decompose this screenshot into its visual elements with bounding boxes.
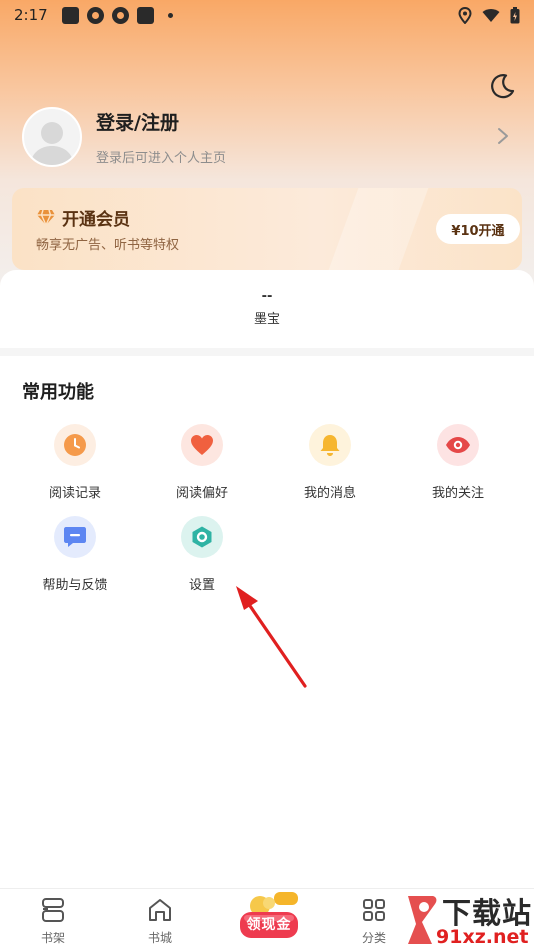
login-profile-row[interactable]: 登录/注册 登录后可进入个人主页 <box>22 106 522 168</box>
annotation-arrow-icon <box>236 586 307 688</box>
clock-icon <box>64 434 86 456</box>
func-icon-bg <box>54 424 96 466</box>
promo-label: 领现金 <box>246 917 292 933</box>
mobao-panel[interactable]: -- 墨宝 <box>0 270 534 348</box>
notification-icon <box>111 6 129 24</box>
notification-icon <box>61 6 79 24</box>
wifi-icon <box>482 8 500 22</box>
func-icon-bg <box>181 424 223 466</box>
mobao-label: 墨宝 <box>253 312 280 327</box>
func-reading-preference[interactable]: 阅读偏好 <box>152 424 252 501</box>
gear-icon <box>192 526 212 548</box>
login-title[interactable]: 登录/注册 <box>96 108 226 135</box>
diamond-icon <box>37 209 55 226</box>
battery-icon <box>510 6 520 23</box>
func-label: 帮助与反馈 <box>42 578 108 593</box>
vip-card-decoration <box>325 188 429 270</box>
night-mode-moon-icon[interactable] <box>488 72 516 100</box>
bell-icon <box>320 435 340 456</box>
vip-open-button[interactable]: ¥10开通 <box>436 214 520 244</box>
chat-icon <box>64 527 86 547</box>
func-label: 我的关注 <box>431 486 484 501</box>
status-icons <box>458 6 520 24</box>
nav-bookstore[interactable]: 书城 <box>130 897 190 946</box>
vip-card[interactable]: 开通会员 畅享无广告、听书等特权 ¥10开通 <box>12 188 522 270</box>
bookshelf-icon <box>42 898 64 922</box>
func-icon-bg <box>437 424 479 466</box>
func-reading-history[interactable]: 阅读记录 <box>25 424 125 501</box>
nav-label: 分类 <box>361 931 386 945</box>
heart-icon <box>191 435 213 455</box>
vip-title-row: 开通会员 <box>36 205 130 230</box>
status-time: 2:17 <box>14 6 48 24</box>
status-bar: 2:17 <box>0 0 534 30</box>
func-help-feedback[interactable]: 帮助与反馈 <box>25 516 125 593</box>
login-subtitle: 登录后可进入个人主页 <box>96 151 227 166</box>
vip-title: 开通会员 <box>62 210 130 230</box>
notification-icon <box>136 6 154 24</box>
func-icon-bg <box>54 516 96 558</box>
nav-cash-promo[interactable]: 领现金 <box>236 890 302 942</box>
nav-bookshelf[interactable]: 书架 <box>23 897 83 946</box>
section-divider <box>0 348 534 356</box>
section-title: 常用功能 <box>22 382 94 403</box>
default-avatar-icon <box>30 122 74 165</box>
func-my-messages[interactable]: 我的消息 <box>280 424 380 501</box>
func-label: 阅读偏好 <box>175 486 228 501</box>
watermark-url: 91xz.net <box>436 926 529 948</box>
location-icon <box>458 6 472 24</box>
mobao-value: -- <box>261 289 273 304</box>
eye-icon <box>446 437 470 453</box>
avatar[interactable] <box>22 107 82 167</box>
nav-label: 书城 <box>147 931 172 945</box>
site-watermark: 下载站 91xz.net <box>398 890 534 950</box>
more-notifications-icon <box>167 12 173 18</box>
profile-text: 登录/注册 登录后可进入个人主页 <box>96 108 226 166</box>
chevron-right-icon[interactable] <box>496 126 510 146</box>
func-my-follows[interactable]: 我的关注 <box>408 424 508 501</box>
func-label: 我的消息 <box>303 486 356 501</box>
nav-label: 书架 <box>40 931 65 945</box>
vip-subtitle: 畅享无广告、听书等特权 <box>36 238 180 253</box>
func-label: 阅读记录 <box>48 486 101 501</box>
notification-icon <box>86 6 104 24</box>
func-icon-bg <box>309 424 351 466</box>
nav-category[interactable]: 分类 <box>344 897 404 946</box>
home-icon <box>149 899 171 921</box>
grid-icon <box>363 899 385 921</box>
func-icon-bg <box>181 516 223 558</box>
